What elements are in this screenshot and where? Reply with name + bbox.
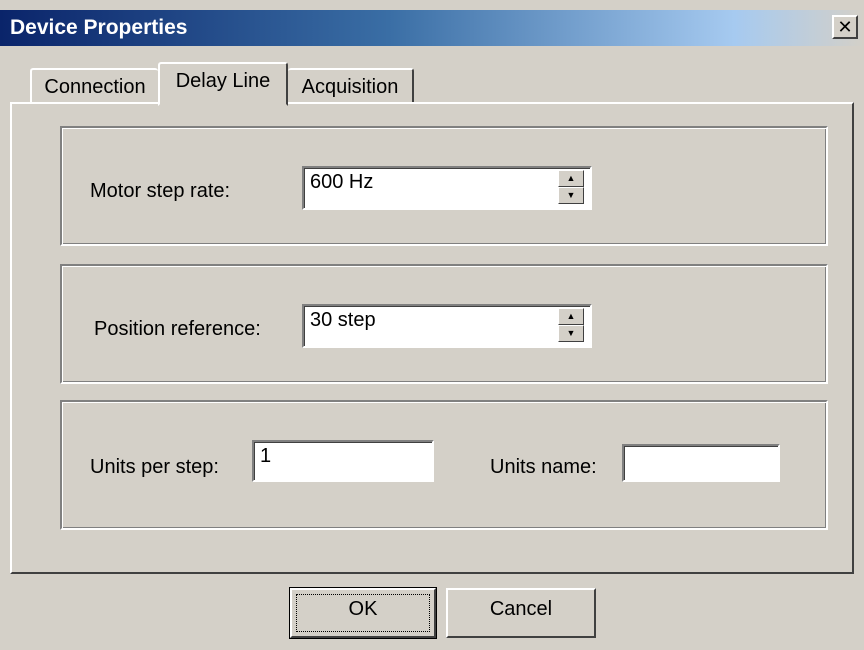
title-bar: Device Properties ✕ [0, 10, 864, 46]
units-name-input[interactable] [622, 444, 780, 482]
units-group: Units per step: 1 Units name: [60, 400, 828, 530]
units-per-step-label: Units per step: [90, 456, 219, 478]
motor-step-rate-label: Motor step rate: [90, 180, 231, 202]
units-name-label: Units name: [490, 456, 597, 478]
tab-connection[interactable]: Connection [30, 68, 158, 104]
motor-step-rate-value: 600 Hz [310, 171, 374, 193]
arrow-down-icon[interactable]: ▼ [558, 325, 584, 342]
position-reference-group: Position reference: 30 step ▲ ▼ [60, 264, 828, 384]
close-icon: ✕ [837, 17, 853, 37]
arrow-up-icon[interactable]: ▲ [558, 170, 584, 187]
position-reference-spinner: ▲ ▼ [558, 308, 584, 342]
focus-rect [296, 594, 430, 632]
tab-label: Delay Line [175, 70, 271, 92]
units-per-step-value: 1 [260, 445, 272, 467]
position-reference-label: Position reference: [94, 318, 261, 340]
tab-panel-delay-line: Motor step rate: 600 Hz ▲ ▼ Position ref… [10, 102, 854, 574]
arrow-down-icon[interactable]: ▼ [558, 187, 584, 204]
arrow-up-icon[interactable]: ▲ [558, 308, 584, 325]
close-button[interactable]: ✕ [832, 15, 858, 39]
tab-label: Acquisition [301, 76, 399, 98]
motor-step-rate-input[interactable]: 600 Hz ▲ ▼ [302, 166, 592, 210]
tab-label: Connection [44, 76, 146, 98]
ok-button[interactable]: OK [289, 587, 437, 639]
position-reference-input[interactable]: 30 step ▲ ▼ [302, 304, 592, 348]
cancel-button[interactable]: Cancel [446, 588, 596, 638]
tab-delay-line[interactable]: Delay Line [158, 62, 288, 106]
cancel-button-label: Cancel [489, 598, 553, 620]
units-per-step-input[interactable]: 1 [252, 440, 434, 482]
motor-step-rate-spinner: ▲ ▼ [558, 170, 584, 204]
motor-step-rate-group: Motor step rate: 600 Hz ▲ ▼ [60, 126, 828, 246]
window-title: Device Properties [10, 16, 188, 39]
position-reference-value: 30 step [310, 309, 376, 331]
tab-acquisition[interactable]: Acquisition [288, 68, 414, 104]
